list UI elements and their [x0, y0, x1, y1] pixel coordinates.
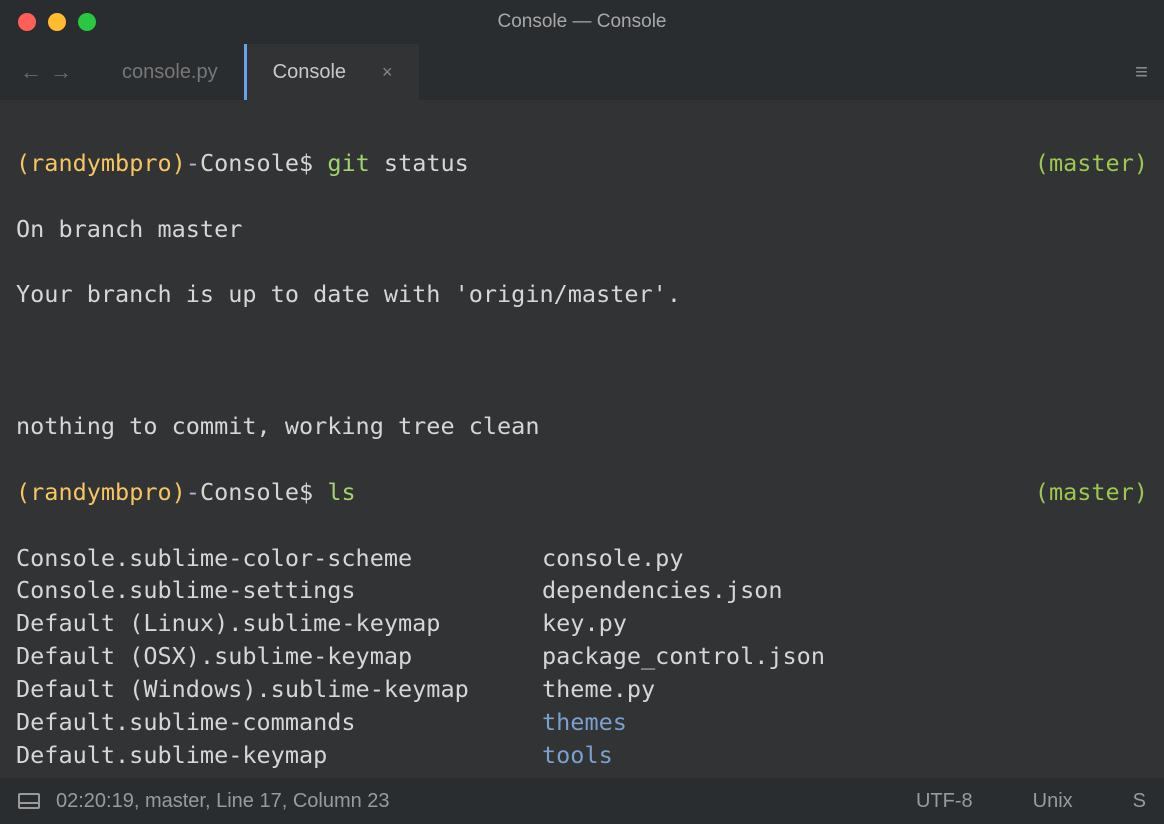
ls-item: dependencies.json: [542, 574, 1148, 607]
prompt-path: Console: [200, 149, 299, 177]
ls-item: Default.sublime-commands: [16, 706, 542, 739]
tab-label: Console: [273, 61, 346, 84]
ls-item: key.py: [542, 607, 1148, 640]
prompt-line-2: (randymbpro)-Console$ ls(master): [16, 476, 1148, 509]
ls-item: Console.sublime-color-scheme: [16, 542, 542, 575]
ls-item: Default.sublime-keymap: [16, 739, 542, 772]
window-title: Console — Console: [0, 11, 1164, 33]
close-icon[interactable]: ×: [382, 62, 393, 83]
ls-item: Default (Windows).sublime-keymap: [16, 673, 542, 706]
nav-arrows: ← →: [20, 59, 96, 85]
status-bar: 02:20:19, master, Line 17, Column 23 UTF…: [0, 778, 1164, 824]
ls-item-dir: tools: [542, 739, 1148, 772]
menu-icon[interactable]: ≡: [1135, 59, 1148, 85]
ls-item: README.md: [16, 772, 542, 778]
ls-item-dir: themes: [542, 706, 1148, 739]
output-blank: [16, 344, 1148, 377]
back-button[interactable]: ←: [20, 59, 42, 85]
tab-bar: ← → console.py Console × ≡: [0, 44, 1164, 100]
ls-item: Default (OSX).sublime-keymap: [16, 640, 542, 673]
tab-console[interactable]: Console ×: [244, 44, 419, 100]
status-syntax[interactable]: S: [1133, 790, 1146, 813]
status-left[interactable]: 02:20:19, master, Line 17, Column 23: [56, 790, 390, 813]
terminal-view[interactable]: (randymbpro)-Console$ git status(master)…: [0, 100, 1164, 778]
panel-icon[interactable]: [18, 793, 40, 809]
ls-item: package_control.json: [542, 640, 1148, 673]
status-encoding[interactable]: UTF-8: [916, 790, 973, 813]
output-line: On branch master: [16, 213, 1148, 246]
traffic-lights: [0, 13, 96, 31]
minimize-window-button[interactable]: [48, 13, 66, 31]
prompt-sep: -: [186, 149, 200, 177]
close-window-button[interactable]: [18, 13, 36, 31]
ls-item: utils.py: [542, 772, 1148, 778]
output-line: nothing to commit, working tree clean: [16, 410, 1148, 443]
tab-console-py[interactable]: console.py: [96, 44, 244, 100]
git-branch: master: [1049, 149, 1134, 177]
status-line-ending[interactable]: Unix: [1033, 790, 1073, 813]
command-git: git: [327, 149, 369, 177]
zoom-window-button[interactable]: [78, 13, 96, 31]
command-arg-status: status: [384, 149, 469, 177]
ls-item: Default (Linux).sublime-keymap: [16, 607, 542, 640]
ls-output: Console.sublime-color-schemeconsole.py C…: [16, 542, 1148, 778]
prompt-line-1: (randymbpro)-Console$ git status(master): [16, 147, 1148, 180]
tab-label: console.py: [122, 61, 218, 84]
forward-button[interactable]: →: [50, 59, 72, 85]
command-ls: ls: [327, 478, 355, 506]
prompt-user: randymbpro: [30, 149, 171, 177]
prompt-symbol: $: [299, 149, 313, 177]
ls-item: Console.sublime-settings: [16, 574, 542, 607]
ls-item: theme.py: [542, 673, 1148, 706]
ls-item: console.py: [542, 542, 1148, 575]
output-line: Your branch is up to date with 'origin/m…: [16, 278, 1148, 311]
title-bar: Console — Console: [0, 0, 1164, 44]
